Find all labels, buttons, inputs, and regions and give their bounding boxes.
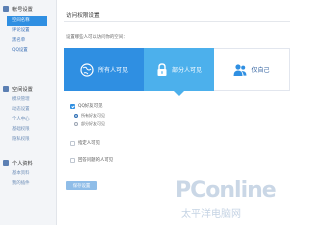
sidebar-item-basic-profile[interactable]: 基本资料	[0, 169, 57, 179]
profile-icon	[3, 160, 9, 166]
lock-icon	[157, 62, 167, 76]
sidebar-section-header[interactable]: 帐号设置	[0, 4, 57, 14]
watermark: PConline 太平洋电脑网	[175, 178, 295, 222]
option-label: 回答问题的人可见	[78, 158, 114, 163]
option-answer-question[interactable]: 回答问题的人可见	[70, 157, 113, 163]
space-settings-icon	[3, 86, 9, 92]
page-subtitle: 设置哪些人可以访问你的空间：	[66, 35, 128, 40]
some-friends-radio[interactable]	[74, 122, 78, 126]
sidebar-section-profile: 个人资料 基本资料 我的插件	[0, 158, 57, 186]
sidebar-item-privacy-permissions[interactable]: 隐私权限	[0, 135, 57, 145]
radio-label: 所有好友可见	[81, 113, 105, 118]
option-label: 指定人可见	[78, 141, 100, 146]
option-label: QQ好友可见	[78, 104, 103, 109]
sidebar-section-account: 帐号设置 空间名称 评论设置 黑名单 QQ设置	[0, 0, 57, 53]
visibility-option-partial[interactable]: 部分人可见	[144, 48, 214, 91]
selected-panel-pointer	[174, 91, 184, 96]
option-qq-friends[interactable]: QQ好友可见	[70, 103, 102, 109]
sidebar-section-label: 帐号设置	[12, 6, 33, 13]
sidebar-item-plugins[interactable]: 我的插件	[0, 179, 57, 189]
visibility-option-everyone[interactable]: 所有人可见	[64, 48, 144, 91]
watermark-subtitle: 太平洋电脑网	[181, 209, 241, 220]
radio-label: 部分好友可见	[81, 121, 105, 126]
all-friends-radio[interactable]	[74, 114, 78, 118]
account-settings-icon	[3, 6, 9, 12]
visibility-option-label: 所有人可见	[97, 67, 128, 74]
page-title: 访问权限设置	[66, 13, 100, 19]
title-divider	[64, 21, 290, 22]
sidebar-item-comments[interactable]: 评论设置	[0, 26, 57, 36]
visibility-selector: 所有人可见 部分人可见 仅自己	[64, 48, 290, 91]
sidebar-section-header[interactable]: 个人资料	[0, 158, 57, 168]
specified-people-checkbox[interactable]	[70, 140, 75, 146]
sidebar-item-feed[interactable]: 动态设置	[0, 105, 57, 115]
sidebar-item-space-name[interactable]: 空间名称	[7, 16, 47, 26]
save-button[interactable]: 保存设置	[66, 181, 97, 190]
option-specified-people[interactable]: 指定人可见	[70, 140, 100, 146]
visibility-option-label: 部分人可见	[171, 67, 202, 74]
radio-all-friends[interactable]: 所有好友可见	[74, 113, 105, 119]
radio-some-friends[interactable]: 部分好友可见	[74, 121, 105, 127]
sidebar-section-header[interactable]: 空间设置	[0, 84, 57, 94]
sidebar-item-basic-permissions[interactable]: 基础权限	[0, 125, 57, 135]
sidebar-section-space: 空间设置 模块管理 动态设置 个人中心 基础权限 隐私权限	[0, 84, 57, 142]
sidebar-item-personal-center[interactable]: 个人中心	[0, 115, 57, 125]
watermark-logo: PConline	[175, 178, 277, 203]
sidebar-item-qq[interactable]: QQ设置	[0, 46, 57, 56]
qq-friends-checkbox[interactable]	[70, 103, 75, 109]
globe-icon	[80, 62, 94, 77]
sidebar-item-blacklist[interactable]: 黑名单	[0, 36, 57, 46]
user-icon	[233, 63, 247, 76]
sidebar-item-modules[interactable]: 模块管理	[0, 95, 57, 105]
sidebar: 帐号设置 空间名称 评论设置 黑名单 QQ设置 空间设置 模块管理 动态设置 个…	[0, 0, 57, 225]
sidebar-section-label: 空间设置	[12, 86, 33, 93]
answer-question-checkbox[interactable]	[70, 157, 75, 163]
visibility-option-label: 仅自己	[251, 67, 270, 74]
visibility-option-self[interactable]: 仅自己	[214, 48, 290, 91]
sidebar-section-label: 个人资料	[12, 160, 33, 167]
